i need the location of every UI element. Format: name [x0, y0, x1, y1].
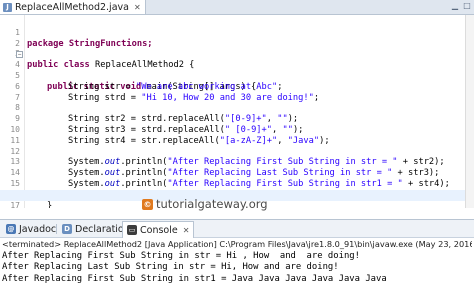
editor-tab-replaceallmethod2[interactable]: J ReplaceAllMethod2.java ✕	[0, 0, 146, 14]
console-line: After Replacing First Sub String in str1…	[2, 273, 387, 284]
line-number: 17	[10, 200, 20, 208]
editor-tab-bar: J ReplaceAllMethod2.java ✕ ▁ □	[0, 0, 474, 15]
close-icon[interactable]: ✕	[134, 3, 141, 12]
tab-label: Console	[140, 224, 178, 236]
code-line: 12 System.out.println("After Replacing F…	[0, 136, 474, 168]
code-line: 14 System.out.println("After Replacing F…	[0, 157, 474, 189]
watermark-text: tutorialgateway.org	[156, 197, 268, 211]
tutorialgateway-logo-icon: ©	[142, 198, 153, 210]
overview-ruler[interactable]	[465, 15, 474, 208]
code-line: 5 String str = "We are abc working at Ab…	[0, 60, 474, 92]
fold-toggle-icon[interactable]: −	[16, 51, 23, 59]
editor-tab-label: ReplaceAllMethod2.java	[15, 1, 129, 13]
code-line: 16 }	[0, 179, 474, 208]
java-file-icon: J	[3, 2, 12, 12]
code-line: 15	[0, 168, 474, 188]
tab-console[interactable]: ▭ Console ✕	[122, 221, 195, 238]
code-line: 4 − public static void main(String[] arg…	[0, 49, 474, 92]
views-tab-bar: @ Javadoc D Declaration ▭ Console ✕	[0, 219, 474, 238]
console-line: After Replacing First Sub String in str …	[2, 251, 360, 261]
console-output[interactable]: After Replacing First Sub String in str …	[2, 251, 472, 285]
tab-javadoc[interactable]: @ Javadoc	[2, 222, 60, 236]
code-line: 2	[0, 28, 474, 48]
minimize-icon[interactable]: ▁	[450, 1, 460, 11]
code-line: 7	[0, 82, 474, 102]
tab-label: Javadoc	[19, 223, 57, 235]
console-line: After Replacing Last Sub String in str =…	[2, 262, 339, 273]
watermark: © tutorialgateway.org	[142, 197, 268, 211]
code-line: 6 String strd = "Hi 10, How 20 and 30 ar…	[0, 71, 474, 103]
close-icon[interactable]: ✕	[183, 226, 190, 235]
console-status-line: <terminated> ReplaceAllMethod2 [Java App…	[2, 239, 472, 249]
code-line: 1 package StringFunctions;	[0, 17, 474, 49]
code-line: 9 String str3 = strd.replaceAll(" [0-9]+…	[0, 103, 474, 135]
code-editor[interactable]: 1 package StringFunctions; 2 3 public cl…	[0, 15, 474, 208]
console-icon: ▭	[127, 225, 137, 235]
declaration-icon: D	[62, 224, 72, 234]
code-line: 3 public class ReplaceAllMethod2 {	[0, 39, 474, 70]
tab-divider	[56, 224, 57, 234]
code-text: }	[47, 200, 53, 208]
maximize-icon[interactable]: □	[462, 1, 472, 11]
code-line: 8 String str2 = strd.replaceAll("[0-9]+"…	[0, 93, 474, 124]
code-line: 11	[0, 125, 474, 145]
code-line: 10 String str4 = str.replaceAll("[a-zA-Z…	[0, 114, 474, 146]
javadoc-icon: @	[6, 224, 16, 234]
code-line: 13 System.out.println("After Replacing L…	[0, 147, 474, 178]
